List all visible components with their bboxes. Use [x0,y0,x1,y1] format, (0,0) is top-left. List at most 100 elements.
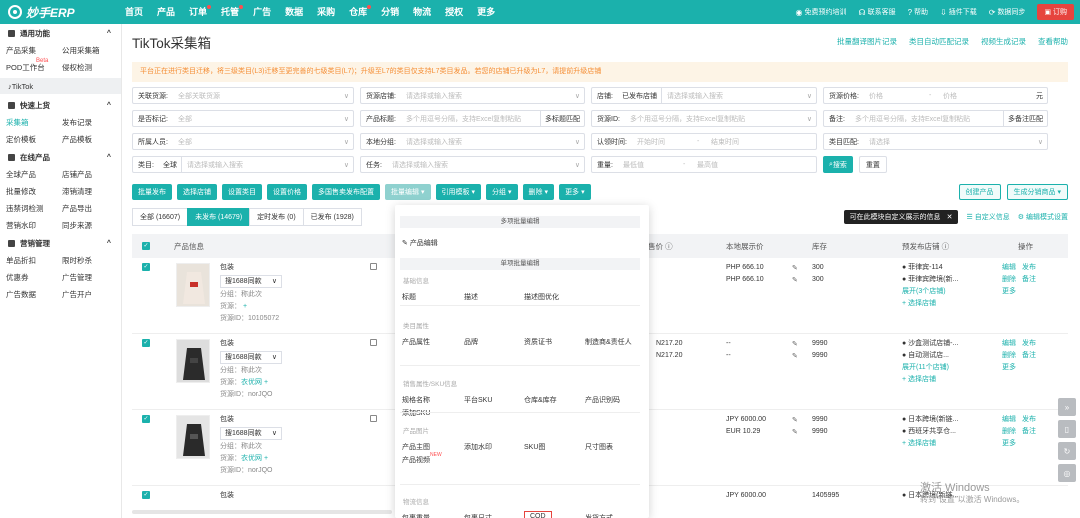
action-link[interactable]: 编辑 [1002,264,1016,271]
filter-field[interactable]: 产品标题: 多个用逗号分隔，支持Excel复制粘贴 多标题匹配 [360,110,585,127]
batch-edit-item[interactable]: 包裹重量 [402,513,430,518]
filter-field[interactable]: 货源ID: 多个用逗号分隔，支持Excel复制粘贴 ∨ [591,110,817,127]
pencil-icon[interactable]: ✎ [792,352,798,360]
status-tab-2[interactable]: 定时发布 (0) [249,208,304,226]
batch-edit-item[interactable]: 平台SKU [464,395,492,405]
filter-select-value[interactable]: 已发布店铺 [618,88,662,103]
match-mode-select[interactable]: 多备注匹配 [1003,111,1047,126]
sidebar-item[interactable]: 发布记录 [56,117,112,128]
origin-link[interactable]: 衣优网 [241,379,262,386]
nav-item-11[interactable]: 更多 [470,0,502,24]
action-link[interactable]: 更多 [1002,288,1016,295]
toolbar-button-4[interactable]: 多国售卖发布配置 [312,184,380,200]
nav-item-4[interactable]: 广告 [246,0,278,24]
sidebar-platform-tiktok[interactable]: ♪ TikTok [0,78,121,94]
sidebar-item[interactable]: 产品模板 [56,134,112,145]
sidebar-item[interactable]: 采集箱 [0,117,56,128]
toolbar-button-7[interactable]: 分组 ▾ [486,184,518,200]
collapse-icon[interactable]: » [1058,398,1076,416]
batch-edit-item[interactable]: 资质证书 [524,337,552,347]
sidebar-item[interactable]: 广告管理 [56,272,112,283]
batch-edit-item[interactable]: 产品属性 [402,337,430,347]
nav-item-10[interactable]: 授权 [438,0,470,24]
filter-field[interactable]: 店铺: 已发布店铺 请选择或输入搜索 ∨ [591,87,817,104]
product-thumbnail[interactable] [176,339,210,383]
row-checkbox[interactable]: ✓ [142,491,150,499]
sidebar-item[interactable]: 店铺产品 [56,169,112,180]
sidebar-item[interactable]: 产品采集 [0,45,56,56]
add-origin-icon[interactable]: + [262,379,268,386]
sidebar-item[interactable]: 优惠券 [0,272,56,283]
filter-field[interactable]: 任务: 请选择或输入搜索 ∨ [360,156,585,173]
nav-item-1[interactable]: 产品 [150,0,182,24]
pencil-icon[interactable]: ✎ [792,416,798,424]
sidebar-group-3[interactable]: 营销管理 ^ [0,234,121,252]
nav-tool-3[interactable]: ⇩ 插件下载 [934,7,983,17]
select-store-link[interactable]: + 选择店铺 [902,298,958,310]
app-logo[interactable]: 妙手ERP [0,4,118,21]
sidebar-item[interactable]: 滞销清理 [56,186,112,197]
close-icon[interactable]: ✕ [947,213,953,221]
title-link-0[interactable]: 批量翻译图片记录 [837,36,897,47]
batch-edit-item[interactable]: 标题 [402,292,416,302]
sidebar-item[interactable]: 定价模板 [0,134,56,145]
title-link-2[interactable]: 视频生成记录 [981,36,1026,47]
batch-edit-item[interactable]: 描述图优化 [524,292,559,302]
pencil-icon[interactable]: ✎ [792,264,798,272]
pencil-icon[interactable]: ✎ [792,340,798,348]
edit-mode-link[interactable]: ⚙ 编辑模式设置 [1018,212,1068,222]
edit-icon[interactable] [370,415,377,422]
action-link[interactable]: 删除 [1002,276,1016,283]
batch-edit-item[interactable]: 添加水印 [464,442,492,452]
batch-edit-item[interactable]: 包裹尺寸 [464,513,492,518]
source-search-select[interactable]: 搜1688同款 ∨ [220,427,282,440]
expand-stores-link[interactable]: 展开(3个店铺) [902,286,958,298]
order-button[interactable]: ▣ 订购 [1037,4,1074,20]
toolbar-button-0[interactable]: 批量发布 [132,184,172,200]
toolbar-button-5[interactable]: 批量编辑 ▾ [385,184,431,200]
nav-item-8[interactable]: 分销 [374,0,406,24]
toolbar-button-8[interactable]: 删除 ▾ [522,184,555,200]
batch-edit-item[interactable]: 添加SKU [402,408,430,418]
filter-field[interactable]: 类目匹配: 请选择 ∨ [823,133,1048,150]
match-mode-select[interactable]: 多标题匹配 [540,111,584,126]
action-link[interactable]: 编辑 [1002,416,1016,423]
status-tab-1[interactable]: 未发布 (14679) [187,208,251,226]
edit-icon[interactable] [370,263,377,270]
sidebar-item[interactable]: 广告数据 [0,289,56,300]
toolbar-button-2[interactable]: 设置类目 [222,184,262,200]
filter-field[interactable]: 关联货源: 全部关联货源 ∨ [132,87,354,104]
action-link[interactable]: 更多 [1002,440,1016,447]
product-thumbnail[interactable] [176,263,210,307]
generate-distribution-goods-button[interactable]: 生成分销商品 ▾ [1006,184,1068,200]
action-link[interactable]: 更多 [1002,364,1016,371]
expand-stores-link[interactable]: 展开(11个店铺) [902,362,958,374]
row-checkbox[interactable]: ✓ [142,339,150,347]
sidebar-item[interactable]: 同步来源 [56,220,112,231]
batch-edit-item[interactable]: 规格名称 [402,395,430,405]
batch-edit-item[interactable]: 尺寸图表 [585,442,613,452]
action-link[interactable]: 备注 [1022,352,1036,359]
chat-icon[interactable]: ◎ [1058,464,1076,482]
select-store-link[interactable]: + 选择店铺 [902,374,958,386]
filter-field[interactable]: 类目: 全球 请选择或输入搜索 ∨ [132,156,354,173]
sidebar-group-0[interactable]: 通用功能 ^ [0,24,121,42]
sidebar-item[interactable]: 单品折扣 [0,255,56,266]
filter-field[interactable]: 本地分组: 请选择或输入搜索 ∨ [360,133,585,150]
phone-icon[interactable]: ▯ [1058,420,1076,438]
nav-tool-1[interactable]: ☊ 联系客服 [852,7,901,17]
action-link[interactable]: 发布 [1022,264,1036,271]
sidebar-item[interactable]: 限时秒杀 [56,255,112,266]
sidebar-item[interactable]: 批量修改 [0,186,56,197]
reset-button[interactable]: 重置 [858,156,887,173]
nav-item-0[interactable]: 首页 [118,0,150,24]
batch-edit-item[interactable]: SKU图 [524,442,545,452]
action-link[interactable]: 备注 [1022,276,1036,283]
horizontal-scrollbar[interactable] [132,510,392,514]
filter-field[interactable]: 货源店铺: 请选择或输入搜索 ∨ [360,87,585,104]
batch-edit-item[interactable]: 品牌 [464,337,478,347]
batch-edit-item[interactable]: 产品识别码 [585,395,620,405]
row-checkbox[interactable]: ✓ [142,415,150,423]
custom-info-link[interactable]: ☰ 自定义信息 [966,212,1009,222]
toolbar-button-3[interactable]: 设置价格 [267,184,307,200]
